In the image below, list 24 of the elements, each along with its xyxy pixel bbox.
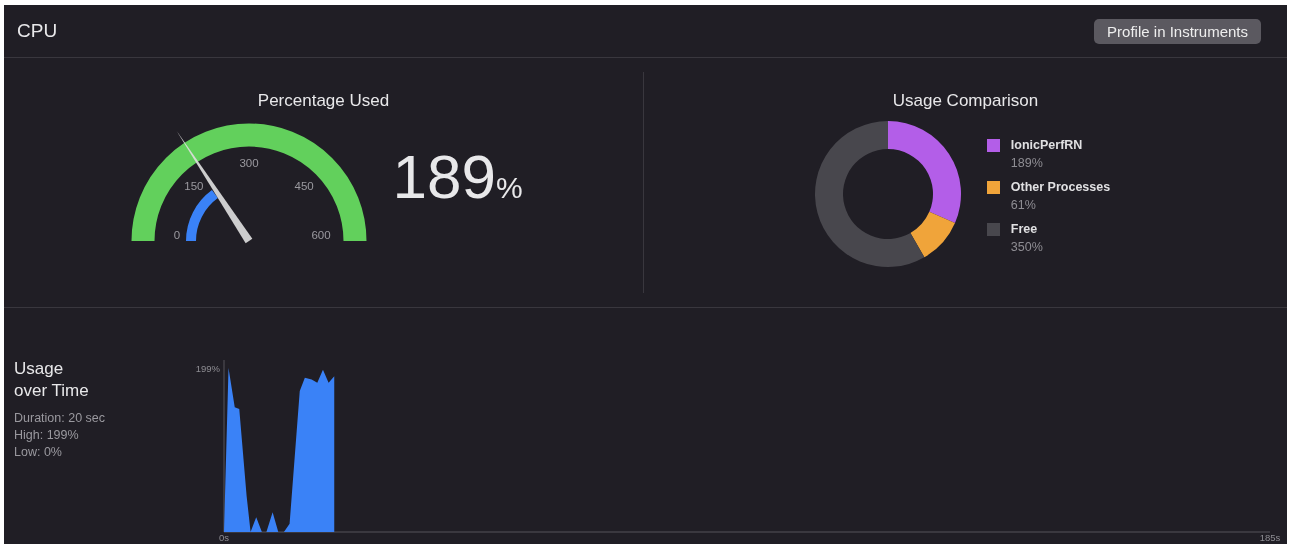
legend-value: 61% [1010,198,1037,212]
legend-label: IonicPerfRN [1010,138,1084,152]
legend-value: 189% [1010,156,1044,170]
gauge-tick: 150 [184,179,204,192]
legend-label: Other Processes [1010,180,1111,194]
gauge-title: Percentage Used [257,91,390,111]
gauge-tick: 300 [239,157,259,169]
comparison-title: Usage Comparison [892,91,1039,111]
usage-value: 189 [392,140,496,212]
chart-stat: Low: 0% [14,444,63,461]
legend-value: 350% [1010,240,1044,254]
chart-title: Usage over Time [14,358,90,402]
chart-stat: Duration: 20 sec [14,410,107,427]
x-tick-label: 185s [1259,532,1281,543]
chart-stat: High: 199% [14,427,80,444]
y-max-label: 199% [195,363,220,374]
legend-label: Free [1010,222,1039,236]
panel-title: CPU [17,20,58,42]
gauge-tick: 600 [311,229,331,241]
x-tick-label: 0s [219,532,229,543]
usage-unit: % [495,170,523,205]
gauge-tick: 450 [295,179,315,192]
gauge-tick: 0 [174,229,181,241]
profile-button[interactable]: Profile in Instruments [1094,18,1261,44]
